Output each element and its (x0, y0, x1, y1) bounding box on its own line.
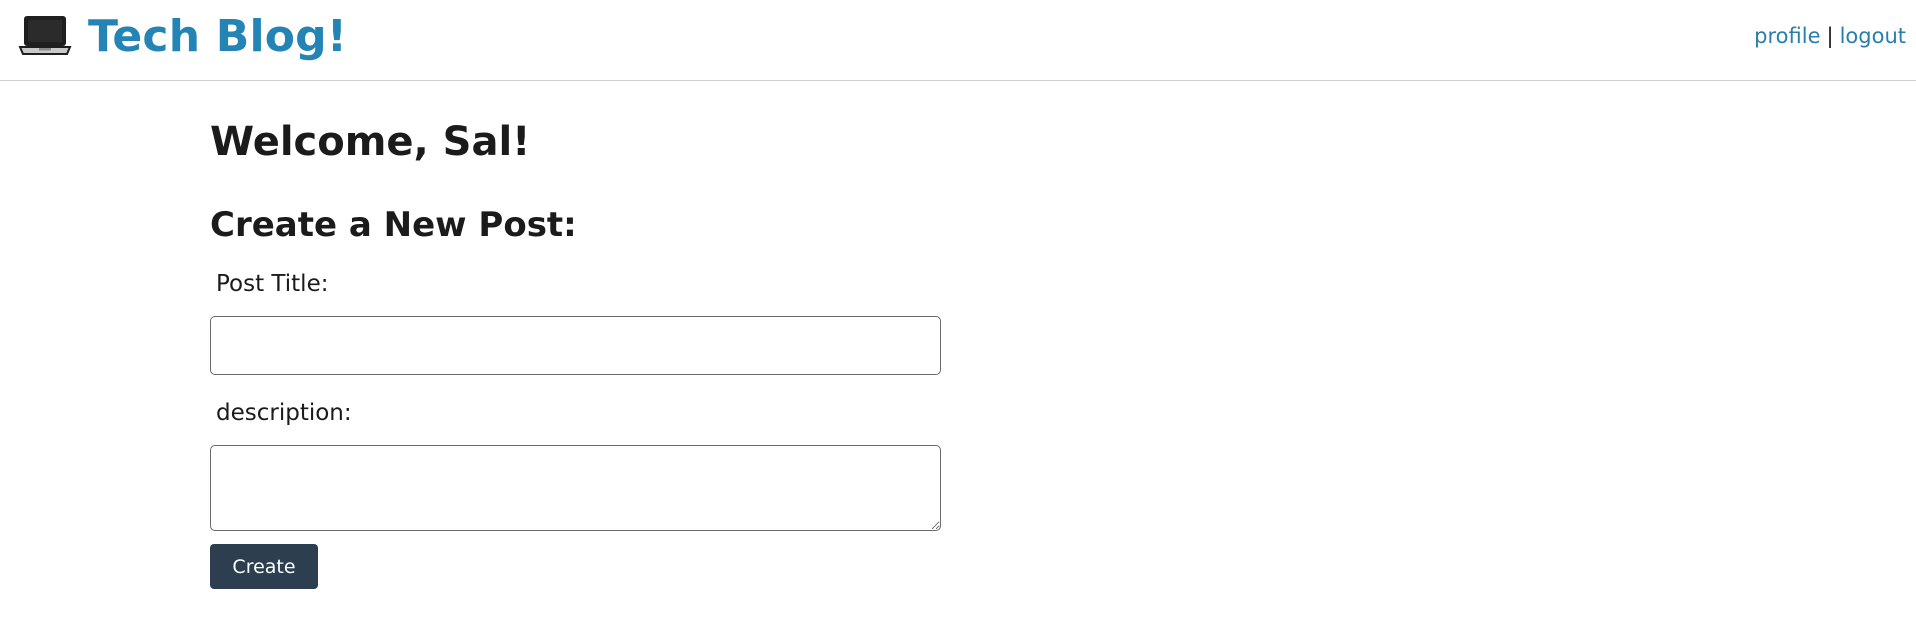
post-title-input[interactable] (210, 316, 941, 375)
description-label: description: (216, 400, 352, 426)
welcome-heading: Welcome, Sal! (210, 119, 531, 165)
logout-link[interactable]: logout (1840, 24, 1906, 48)
post-title-label: Post Title: (216, 271, 329, 297)
create-button[interactable]: Create (210, 544, 318, 589)
profile-link[interactable]: profile (1754, 24, 1820, 48)
nav-separator: | (1826, 24, 1834, 48)
home-link[interactable]: Tech Blog! (18, 8, 347, 64)
top-nav: profile | logout (1754, 24, 1906, 48)
site-header: Tech Blog! profile | logout (0, 0, 1916, 81)
laptop-icon (18, 16, 72, 55)
new-post-heading: Create a New Post: (210, 205, 577, 245)
site-title: Tech Blog! (88, 10, 348, 62)
description-textarea[interactable] (210, 445, 941, 531)
